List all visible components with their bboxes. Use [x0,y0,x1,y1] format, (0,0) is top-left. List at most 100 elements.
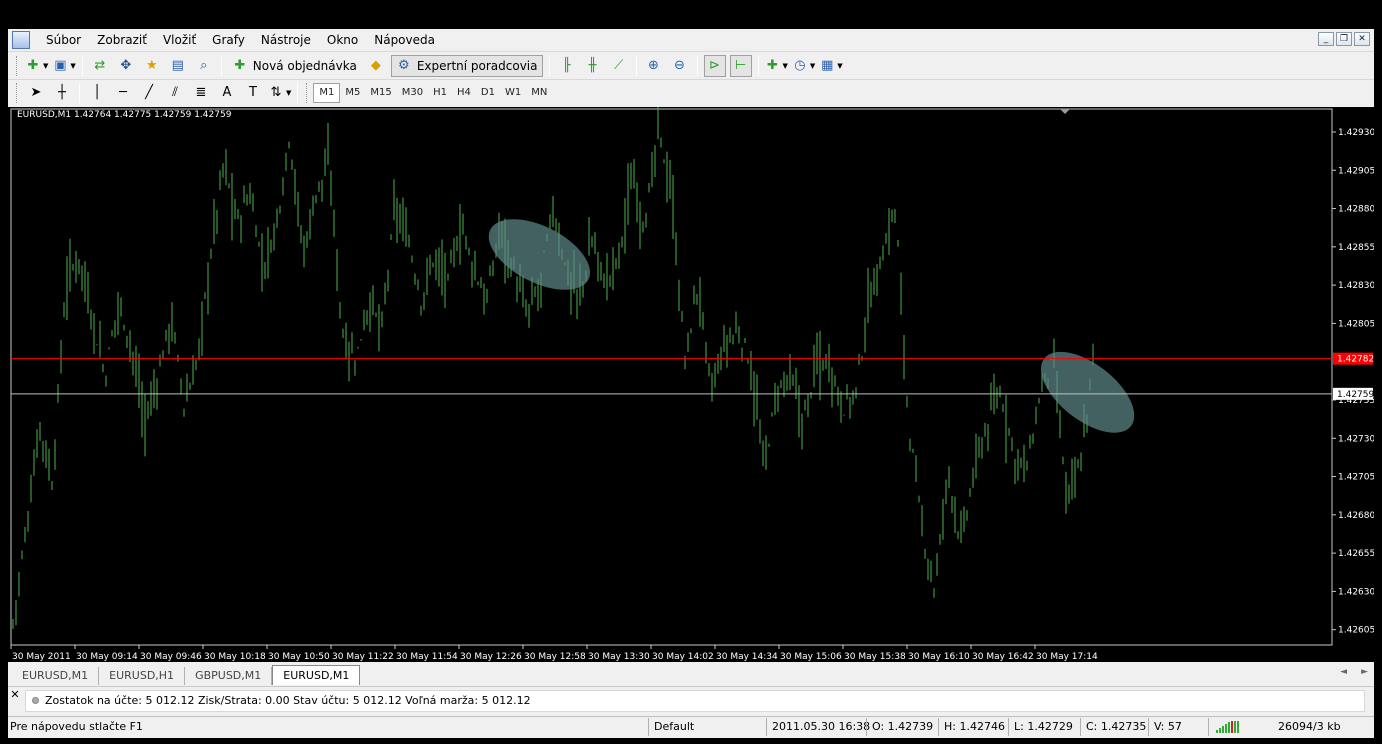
profiles-button[interactable]: ▣ ▼ [52,55,76,77]
terminal-close-icon[interactable]: ✕ [9,688,21,701]
navigator-button[interactable]: ★ [141,55,163,77]
x-tick-label: 30 May 09:14 [76,652,138,662]
tab-gbpusd-m1[interactable]: GBPUSD,M1 [185,667,273,685]
toolbar-grip[interactable] [306,82,309,103]
toolbar-grip[interactable] [16,82,19,103]
strategy-tester-button[interactable]: ⌕ [193,55,215,77]
tab-eurusd-h1[interactable]: EURUSD,H1 [99,667,186,685]
y-tick-label: 1.42930 [1338,128,1374,138]
status-volume: V: 57 [1154,720,1182,733]
toolbar-grip[interactable] [16,55,19,76]
minimize-icon[interactable]: _ [1318,32,1334,46]
candlestick-button[interactable]: ╫ [582,55,604,77]
zoom-out-icon: ⊖ [674,57,685,73]
zoom-out-button[interactable]: ⊖ [669,55,691,77]
account-row[interactable]: Zostatok na účte: 5 012.12 Zisk/Strata: … [25,689,1365,712]
terminal-button[interactable]: ▤ [167,55,189,77]
y-tick-label: 1.42805 [1338,319,1374,329]
diamond-icon: ◆ [370,57,381,73]
x-tick-label: 30 May 15:38 [844,652,906,662]
restore-icon[interactable]: ❐ [1336,32,1352,46]
connection-status-icon [1216,721,1242,733]
templates-button[interactable]: ▦ ▼ [819,55,843,77]
tf-w1[interactable]: W1 [500,83,526,103]
trendline-button[interactable]: ╱ [138,82,160,104]
x-tick-label: 30 May 14:02 [652,652,714,662]
menu-window[interactable]: Okno [319,29,366,51]
x-tick-label: 30 May 2011 [12,652,71,662]
magnifier-doc-icon: ⌕ [200,57,208,73]
x-tick-label: 30 May 12:58 [524,652,586,662]
scroll-left-icon[interactable]: ◄ [1340,667,1347,677]
crosshair-button[interactable]: ┼ [51,82,73,104]
profiles-icon: ▣ [54,57,67,73]
x-tick-label: 30 May 16:10 [908,652,970,662]
tab-eurusd-m1[interactable]: EURUSD,M1 [12,667,100,685]
indicators-icon: ✚ [767,57,778,73]
y-tick-label: 1.42680 [1338,511,1374,521]
horizontal-line-button[interactable]: ─ [112,82,134,104]
label-button[interactable]: T [242,82,264,104]
x-tick-label: 30 May 10:18 [204,652,266,662]
y-tick-label: 1.42880 [1338,205,1374,215]
x-tick-label: 30 May 11:22 [332,652,394,662]
menu-tools[interactable]: Nástroje [253,29,319,51]
line-chart-button[interactable]: ⟋ [608,55,630,77]
ask-price-tag: 1.42782 [1337,355,1374,365]
bar-chart-button[interactable]: ╟ [556,55,578,77]
chart-canvas[interactable]: 1.42930 1.42905 1.42880 1.42855 1.42830 1.428… [8,107,1374,662]
metaeditor-button[interactable]: ◆ [365,55,387,77]
y-tick-label: 1.42730 [1338,434,1374,444]
market-watch-icon: ⇄ [94,57,106,73]
indicators-button[interactable]: ✚ ▼ [765,55,788,77]
channel-icon: ⫽ [172,84,178,100]
x-tick-label: 30 May 12:26 [460,652,522,662]
cursor-button[interactable]: ➤ [25,82,47,104]
bid-price-tag: 1.42759 [1337,390,1374,400]
zoom-in-icon: ⊕ [648,57,659,73]
y-tick-label: 1.42630 [1338,587,1374,597]
tf-m5[interactable]: M5 [340,83,365,103]
menu-charts[interactable]: Grafy [204,29,253,51]
tf-mn[interactable]: MN [526,83,552,103]
autoscroll-button[interactable]: ⊳ [703,54,726,77]
text-button[interactable]: A [216,82,238,104]
zoom-in-button[interactable]: ⊕ [643,55,665,77]
menu-view[interactable]: Zobraziť [89,29,155,51]
tab-eurusd-m1-active[interactable]: EURUSD,M1 [272,665,361,685]
vertical-line-button[interactable]: │ [86,82,108,104]
star-folder-icon: ★ [145,57,158,73]
arrows-button[interactable]: ⇅ ▼ [268,82,292,104]
tf-h1[interactable]: H1 [428,83,452,103]
account-status-icon [32,697,39,704]
line-chart-icon: ⟋ [613,57,624,73]
price-chart[interactable]: 1.42930 1.42905 1.42880 1.42855 1.42830 1.428… [8,107,1374,662]
expert-advisors-button[interactable]: ⚙ Expertní poradcovia [390,54,543,77]
menu-insert[interactable]: Vložiť [155,29,204,51]
scroll-right-icon[interactable]: ► [1361,667,1368,677]
periods-button[interactable]: ◷ ▼ [792,55,815,77]
tf-h4[interactable]: H4 [452,83,476,103]
chart-shift-button[interactable]: ⊢ [729,54,752,77]
cursor-icon: ➤ [30,84,42,100]
close-icon[interactable]: ✕ [1354,32,1370,46]
toolbar-separator [548,55,550,76]
new-order-button[interactable]: ✚ Nová objednávka [228,55,361,77]
chart-tabs: EURUSD,M1 EURUSD,H1 GBPUSD,M1 EURUSD,M1 … [8,663,1374,685]
market-watch-button[interactable]: ⇄ [89,55,111,77]
tf-m15[interactable]: M15 [365,83,396,103]
tf-d1[interactable]: D1 [476,83,500,103]
metatrader-window: Súbor Zobraziť Vložiť Grafy Nástroje Okn… [8,29,1374,738]
status-profile: Default [654,720,695,733]
tf-m1[interactable]: M1 [313,82,341,103]
equidistant-channel-button[interactable]: ⫽ [164,82,186,104]
tf-m30[interactable]: M30 [397,83,428,103]
new-chart-button[interactable]: ✚ ▼ [25,55,49,77]
menu-file[interactable]: Súbor [38,29,89,51]
plot-frame [10,108,1333,646]
horizontal-line-icon: ─ [119,84,127,100]
menu-bar: Súbor Zobraziť Vložiť Grafy Nástroje Okn… [8,29,1374,51]
menu-help[interactable]: Nápoveda [366,29,443,51]
data-window-button[interactable]: ✥ [115,55,137,77]
fibonacci-button[interactable]: ≣ [190,82,212,104]
